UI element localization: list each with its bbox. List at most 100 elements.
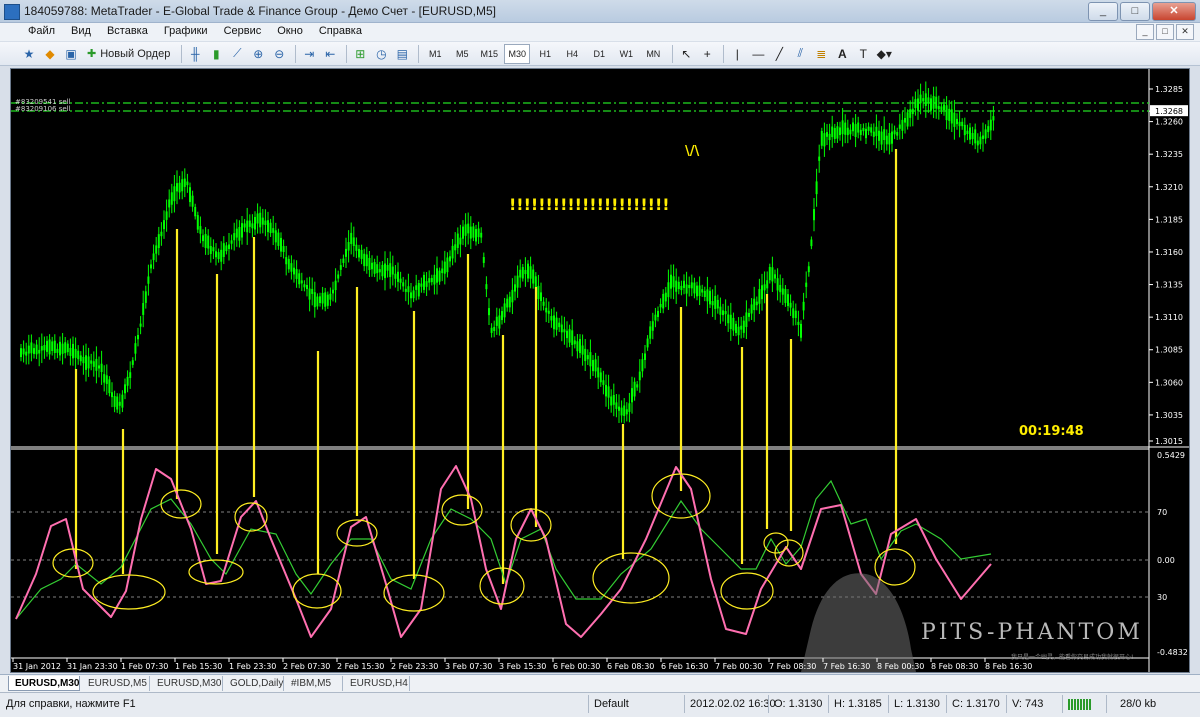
channel-icon[interactable]: ⫽ xyxy=(791,45,809,63)
chart-window[interactable]: 1.3285 1.3268 1.3260 1.3235 1.3210 1.3185 1.31… xyxy=(10,68,1190,673)
new-order-button[interactable]: ✚ Новый Ордер xyxy=(83,45,174,63)
text-icon[interactable]: A xyxy=(833,45,851,63)
menu-charts[interactable]: Графики xyxy=(156,23,216,39)
tab-gold-daily[interactable]: GOLD,Daily xyxy=(224,676,284,691)
menu-window[interactable]: Окно xyxy=(269,23,311,39)
order-label-2: #83209106 sell xyxy=(15,105,71,113)
candle-body xyxy=(662,293,665,309)
maximize-button[interactable]: □ xyxy=(1120,2,1150,21)
timeframe-h1[interactable]: H1 xyxy=(533,45,557,63)
candle-body xyxy=(451,245,454,259)
indicator-axis-label: -0.4832 xyxy=(1157,648,1188,657)
timeframe-mn[interactable]: MN xyxy=(641,45,665,63)
vertical-line-icon[interactable]: | xyxy=(728,45,746,63)
status-low: L: 1.3130 xyxy=(894,698,940,710)
menu-insert[interactable]: Вставка xyxy=(99,23,156,39)
autoscroll-icon[interactable]: ⇥ xyxy=(300,45,318,63)
candle-body xyxy=(415,285,418,290)
horizontal-line-icon[interactable]: — xyxy=(749,45,767,63)
candle-body xyxy=(345,248,347,257)
candle-body xyxy=(683,280,685,288)
arrows-icon[interactable]: ◆▾ xyxy=(875,45,893,63)
mdi-restore-button[interactable]: □ xyxy=(1156,24,1174,40)
menu-file[interactable]: Файл xyxy=(0,23,63,39)
candle-body xyxy=(893,130,896,135)
candle-body xyxy=(514,284,516,292)
candle-body xyxy=(295,269,298,279)
fibonacci-icon[interactable]: ≣ xyxy=(812,45,830,63)
menu-tools[interactable]: Сервис xyxy=(216,23,270,39)
zoom-in-icon[interactable]: ⊕ xyxy=(249,45,267,63)
profiles-icon[interactable]: ★ xyxy=(20,45,38,63)
candlestick-icon[interactable]: ▮ xyxy=(207,45,225,63)
timeframe-h4[interactable]: H4 xyxy=(560,45,584,63)
price-label: 1.3260 xyxy=(1155,118,1183,127)
crosshair-icon[interactable]: + xyxy=(698,45,716,63)
candle-body xyxy=(98,365,100,369)
candle-body xyxy=(485,284,488,290)
menu-view[interactable]: Вид xyxy=(63,23,99,39)
cursor-icon[interactable]: ↖ xyxy=(677,45,695,63)
candle-body xyxy=(537,285,540,300)
mdi-minimize-button[interactable]: _ xyxy=(1136,24,1154,40)
price-label: 1.3160 xyxy=(1155,248,1183,257)
candle-body xyxy=(690,282,693,289)
time-label: 7 Feb 16:30 xyxy=(823,662,870,671)
candle-body xyxy=(709,290,711,305)
candle-body xyxy=(59,341,61,356)
timeframe-m30[interactable]: M30 xyxy=(504,43,531,64)
text-label-icon[interactable]: T xyxy=(854,45,872,63)
trendline-icon[interactable]: ╱ xyxy=(770,45,788,63)
timeframe-m15[interactable]: M15 xyxy=(477,45,501,63)
templates-icon[interactable]: ▤ xyxy=(393,45,411,63)
minimize-button[interactable]: _ xyxy=(1088,2,1118,21)
timeframe-m1[interactable]: M1 xyxy=(423,45,447,63)
alert-icon[interactable]: ◆ xyxy=(41,45,59,63)
candle-body xyxy=(53,340,56,354)
tab-eurusd-h4[interactable]: EURUSD,H4 xyxy=(344,676,410,691)
toolbar-divider xyxy=(181,44,183,63)
candle-body xyxy=(989,119,992,131)
candle-body xyxy=(891,131,893,144)
candle-body xyxy=(287,258,290,270)
mdi-close-button[interactable]: ✕ xyxy=(1176,24,1194,40)
menu-help[interactable]: Справка xyxy=(311,23,370,39)
candle-body xyxy=(72,343,74,359)
time-label: 7 Feb 08:30 xyxy=(769,662,816,671)
indicators-icon[interactable]: ⊞ xyxy=(351,45,369,63)
time-label: 31 Jan 23:30 xyxy=(67,662,118,671)
navigator-icon[interactable]: ▣ xyxy=(62,45,80,63)
candle-body xyxy=(672,276,675,288)
candle-body xyxy=(917,98,919,111)
candle-body xyxy=(233,233,236,241)
time-label: 31 Jan 2012 xyxy=(13,662,61,671)
chart-shift-icon[interactable]: ⇤ xyxy=(321,45,339,63)
candle-body xyxy=(137,334,139,340)
candle-body xyxy=(464,224,467,236)
zoom-out-icon[interactable]: ⊖ xyxy=(270,45,288,63)
candle-body xyxy=(971,132,974,140)
candle-body xyxy=(599,372,602,383)
candle-body xyxy=(703,290,706,297)
close-button[interactable]: ✕ xyxy=(1152,2,1196,21)
candle-body xyxy=(680,285,683,291)
periods-icon[interactable]: ◷ xyxy=(372,45,390,63)
status-bar: Для справки, нажмите F1 Default 2012.02.… xyxy=(0,692,1200,717)
candle-body xyxy=(186,181,189,186)
candle-body xyxy=(870,127,873,133)
candle-body xyxy=(846,127,849,136)
timeframe-m5[interactable]: M5 xyxy=(450,45,474,63)
timeframe-w1[interactable]: W1 xyxy=(614,45,638,63)
tab-ibm-m5[interactable]: #IBM,M5 xyxy=(285,676,343,691)
bar-chart-icon[interactable]: ╫ xyxy=(186,45,204,63)
timeframe-d1[interactable]: D1 xyxy=(587,45,611,63)
chart-canvas[interactable]: 1.3285 1.3268 1.3260 1.3235 1.3210 1.3185 1.31… xyxy=(11,69,1189,672)
tab-eurusd-m30[interactable]: EURUSD,M30 xyxy=(8,676,80,691)
candle-body xyxy=(329,293,332,300)
candle-body xyxy=(737,326,740,336)
tab-eurusd-m30-2[interactable]: EURUSD,M30 xyxy=(151,676,223,691)
line-chart-icon[interactable]: ⟋ xyxy=(228,45,246,63)
highlight-circle xyxy=(292,573,342,609)
tab-eurusd-m5[interactable]: EURUSD,M5 xyxy=(82,676,150,691)
candle-body xyxy=(740,325,743,330)
